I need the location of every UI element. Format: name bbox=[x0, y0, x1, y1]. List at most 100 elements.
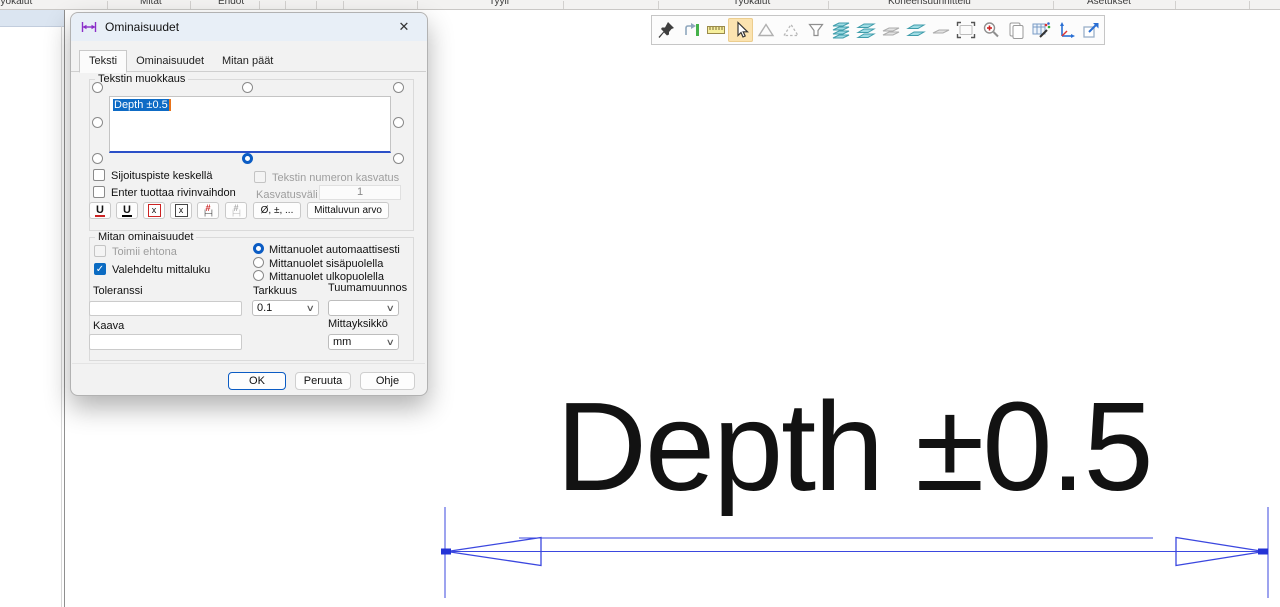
precision-label: Tarkkuus bbox=[253, 285, 297, 297]
boxed-x-black-button[interactable]: x bbox=[170, 202, 192, 219]
anchor-radio-top-right[interactable] bbox=[393, 82, 404, 93]
menu-separator bbox=[1175, 1, 1176, 9]
pin-button[interactable] bbox=[653, 18, 678, 42]
dialog-title: Ominaisuudet bbox=[105, 20, 391, 34]
selected-text: Depth ±0.5 bbox=[113, 99, 169, 111]
boxed-x-red-icon: x bbox=[148, 204, 161, 217]
filter-button[interactable] bbox=[803, 18, 828, 42]
cursor-button[interactable] bbox=[728, 18, 753, 42]
dim-hash-gray-icon: #|—| bbox=[232, 205, 240, 217]
footer-divider bbox=[72, 363, 425, 364]
arrows-auto-radio[interactable] bbox=[253, 243, 264, 254]
chevron-down-icon: ∨ bbox=[306, 303, 315, 314]
measure-value-button[interactable]: Mittaluvun arvo bbox=[307, 202, 389, 219]
boxed-x-red-button[interactable]: x bbox=[143, 202, 165, 219]
zoom-plus-button[interactable] bbox=[978, 18, 1003, 42]
underline-red-button[interactable]: U bbox=[89, 202, 111, 219]
grip-handle-left[interactable] bbox=[441, 549, 451, 555]
table-wand-button[interactable] bbox=[1028, 18, 1053, 42]
formula-input[interactable] bbox=[89, 334, 242, 350]
tab-ominaisuudet[interactable]: Ominaisuudet bbox=[127, 51, 213, 72]
inch-conversion-label: Tuumamuunnos bbox=[328, 282, 407, 294]
menu-item-mitat-1[interactable]: Mitat bbox=[140, 0, 162, 7]
menu-separator bbox=[828, 1, 829, 9]
pages-button[interactable] bbox=[1003, 18, 1028, 42]
menu-item-koneensuunnittelu-5[interactable]: Koneensuunnittelu bbox=[888, 0, 971, 7]
tab-teksti[interactable]: Teksti bbox=[79, 50, 127, 73]
placement-center-checkbox[interactable] bbox=[93, 169, 105, 181]
layers-stack-icon bbox=[831, 20, 851, 40]
fake-value-checkbox[interactable]: ✓ bbox=[94, 263, 106, 275]
dimension-text-editor[interactable]: Depth ±0.5 bbox=[109, 96, 391, 153]
layers-two-icon bbox=[906, 20, 926, 40]
triangle-dashed-button[interactable] bbox=[778, 18, 803, 42]
close-icon[interactable]: ✕ bbox=[391, 17, 417, 37]
arrows-inside-label: Mittanuolet sisäpuolella bbox=[269, 258, 383, 270]
menu-separator bbox=[285, 1, 286, 9]
chevron-down-icon: ∨ bbox=[386, 337, 395, 348]
left-side-panel[interactable] bbox=[0, 10, 65, 607]
menu-separator bbox=[190, 1, 191, 9]
filter-icon bbox=[806, 20, 826, 40]
fake-value-label: Valehdeltu mittaluku bbox=[112, 264, 210, 276]
menu-item-ty-kalut-4[interactable]: Työkalut bbox=[733, 0, 770, 7]
layers-stack-alt-button[interactable] bbox=[853, 18, 878, 42]
anchor-radio-top-center[interactable] bbox=[242, 82, 253, 93]
anchor-radio-middle-left[interactable] bbox=[92, 117, 103, 128]
arrows-inside-radio[interactable] bbox=[253, 257, 264, 268]
left-panel-body bbox=[2, 26, 62, 607]
anchor-radio-top-left[interactable] bbox=[92, 82, 103, 93]
cancel-button[interactable]: Peruuta bbox=[295, 372, 351, 390]
number-grow-label: Tekstin numeron kasvatus bbox=[272, 172, 399, 184]
selection-frame-button[interactable] bbox=[953, 18, 978, 42]
menu-item-tyyli-3[interactable]: Tyyli bbox=[489, 0, 509, 7]
grow-interval-label: Kasvatusväli bbox=[256, 189, 318, 201]
anchor-radio-bottom-right[interactable] bbox=[393, 153, 404, 164]
unit-label: Mittayksikkö bbox=[328, 318, 388, 330]
arrows-outside-radio[interactable] bbox=[253, 270, 264, 281]
tab-mitan-paat[interactable]: Mitan päät bbox=[213, 51, 282, 72]
underline-black-icon: U bbox=[122, 205, 132, 217]
axes-button[interactable] bbox=[1053, 18, 1078, 42]
layers-stack-button[interactable] bbox=[828, 18, 853, 42]
menu-bar: Työkalut Mitat Ehdot Tyyli Työkalut Koneensuu… bbox=[0, 0, 1280, 10]
triangle-button[interactable] bbox=[753, 18, 778, 42]
menu-separator bbox=[316, 1, 317, 9]
menu-item-asetukset-6[interactable]: Asetukset bbox=[1087, 0, 1131, 7]
placement-center-label: Sijoituspiste keskellä bbox=[111, 170, 213, 182]
anchor-radio-middle-right[interactable] bbox=[393, 117, 404, 128]
ruler-icon bbox=[706, 20, 726, 40]
inch-conversion-select[interactable]: ∨ bbox=[328, 300, 399, 316]
help-button[interactable]: Ohje bbox=[360, 372, 415, 390]
text-edit-group-label: Tekstin muokkaus bbox=[95, 73, 188, 85]
layer-single-gray-button[interactable] bbox=[928, 18, 953, 42]
menu-separator bbox=[107, 1, 108, 9]
layers-flat-gray-button[interactable] bbox=[878, 18, 903, 42]
menu-separator bbox=[563, 1, 564, 9]
anchor-radio-bottom-left[interactable] bbox=[92, 153, 103, 164]
menu-item-ty-kalut-0[interactable]: Työkalut bbox=[0, 0, 32, 7]
unit-select[interactable]: mm ∨ bbox=[328, 334, 399, 350]
special-symbols-button[interactable]: Ø, ±, ... bbox=[253, 202, 301, 219]
precision-select[interactable]: 0.1 ∨ bbox=[252, 300, 319, 316]
dimension-properties-icon bbox=[81, 20, 97, 34]
dialog-titlebar[interactable]: Ominaisuudet ✕ bbox=[71, 13, 427, 41]
ok-button[interactable]: OK bbox=[228, 372, 286, 390]
export-button[interactable] bbox=[1078, 18, 1103, 42]
anchor-radio-bottom-center[interactable] bbox=[242, 153, 253, 164]
axes-icon bbox=[1056, 20, 1076, 40]
enter-newline-checkbox[interactable] bbox=[93, 186, 105, 198]
layers-two-button[interactable] bbox=[903, 18, 928, 42]
boxed-x-black-icon: x bbox=[175, 204, 188, 217]
menu-item-ehdot-2[interactable]: Ehdot bbox=[218, 0, 244, 7]
precision-value: 0.1 bbox=[257, 302, 272, 314]
condition-checkbox bbox=[94, 245, 106, 257]
fit-view-button[interactable] bbox=[678, 18, 703, 42]
ruler-button[interactable] bbox=[703, 18, 728, 42]
tolerance-input[interactable] bbox=[89, 301, 242, 316]
menu-separator bbox=[343, 1, 344, 9]
dialog-tabs: Teksti Ominaisuudet Mitan päät bbox=[79, 49, 282, 72]
grip-handle-right[interactable] bbox=[1258, 549, 1268, 555]
dim-hash-red-button[interactable]: #|—| bbox=[197, 202, 219, 219]
underline-black-button[interactable]: U bbox=[116, 202, 138, 219]
